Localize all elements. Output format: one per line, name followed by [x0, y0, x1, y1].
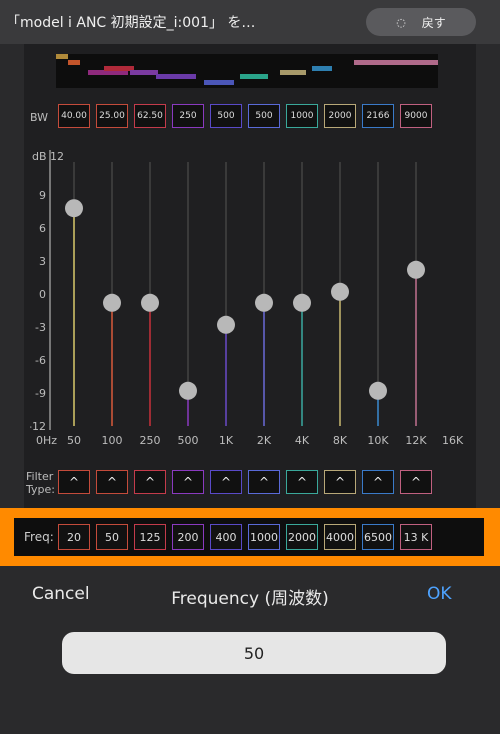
filter-type-label: Filter Type: — [26, 470, 55, 496]
band-range-segment — [204, 80, 234, 85]
bw-label: BW — [30, 111, 49, 124]
freq-value-box[interactable]: 4000 — [324, 524, 356, 550]
bw-value-box[interactable]: 500 — [248, 104, 280, 128]
bw-value-box[interactable]: 250 — [172, 104, 204, 128]
filter-type-button[interactable]: ^ — [400, 470, 432, 494]
filter-type-button[interactable]: ^ — [324, 470, 356, 494]
refresh-icon: ◌ — [396, 15, 406, 29]
x-tick-label: 50 — [67, 434, 81, 447]
bw-value-box[interactable]: 25.00 — [96, 104, 128, 128]
x-tick-label: 2K — [257, 434, 272, 447]
y-tick-label: -6 — [35, 354, 46, 367]
band-range-segment — [312, 66, 332, 71]
bw-value-box[interactable]: 40.00 — [58, 104, 90, 128]
freq-value-box[interactable]: 1000 — [248, 524, 280, 550]
freq-value-box[interactable]: 50 — [96, 524, 128, 550]
x-end-label: 16K — [442, 434, 464, 447]
band-handle[interactable] — [293, 293, 311, 312]
freq-value-box[interactable]: 20 — [58, 524, 90, 550]
eq-graph[interactable]: dB 12 9 6 3 0 -3 -6 -9 -120Hz 16K 50 100 250 500 1K 2K 4… — [30, 150, 470, 460]
band-handle[interactable] — [369, 381, 387, 400]
x-start-label: 0Hz — [36, 434, 57, 447]
filter-type-button[interactable]: ^ — [286, 470, 318, 494]
x-tick-label: 250 — [140, 434, 161, 447]
freq-value-box[interactable]: 125 — [134, 524, 166, 550]
band-handle[interactable] — [65, 199, 83, 218]
band-range-segment — [240, 74, 268, 79]
freq-label: Freq: — [24, 530, 54, 544]
y-tick-label: 3 — [39, 255, 46, 268]
freq-value-box[interactable]: 400 — [210, 524, 242, 550]
x-tick-label: 12K — [405, 434, 427, 447]
band-range-segment — [68, 60, 80, 65]
freq-value-box[interactable]: 200 — [172, 524, 204, 550]
filter-type-button[interactable]: ^ — [362, 470, 394, 494]
y-tick-label: 6 — [39, 222, 46, 235]
freq-value-box[interactable]: 13 K — [400, 524, 432, 550]
band-handle[interactable] — [407, 260, 425, 279]
y-tick-label: 9 — [39, 189, 46, 202]
frequency-input[interactable]: 50 — [62, 632, 446, 674]
band-range-segment — [56, 54, 68, 59]
bw-value-box[interactable]: 1000 — [286, 104, 318, 128]
filter-type-button[interactable]: ^ — [248, 470, 280, 494]
y-tick-label: 0 — [39, 288, 46, 301]
x-tick-label: 1K — [219, 434, 234, 447]
band-range-segment — [156, 74, 196, 79]
y-tick-label: -3 — [35, 321, 46, 334]
page-title: 「model i ANC 初期設定_i:001」 を… — [6, 15, 256, 31]
bw-value-box[interactable]: 62.50 — [134, 104, 166, 128]
bw-value-box[interactable]: 9000 — [400, 104, 432, 128]
bw-value-box[interactable]: 2000 — [324, 104, 356, 128]
ok-button[interactable]: OK — [427, 584, 452, 604]
filter-type-button[interactable]: ^ — [172, 470, 204, 494]
band-handle[interactable] — [141, 293, 159, 312]
filter-type-button[interactable]: ^ — [58, 470, 90, 494]
x-tick-label: 100 — [102, 434, 123, 447]
x-tick-label: 4K — [295, 434, 310, 447]
freq-value-box[interactable]: 6500 — [362, 524, 394, 550]
freq-value-box[interactable]: 2000 — [286, 524, 318, 550]
filter-type-button[interactable]: ^ — [210, 470, 242, 494]
band-handle[interactable] — [103, 293, 121, 312]
band-range-segment — [354, 60, 438, 65]
band-handle[interactable] — [217, 315, 235, 334]
bw-value-box[interactable]: 500 — [210, 104, 242, 128]
back-button[interactable]: ◌ 戻す — [366, 8, 476, 36]
band-range-segment — [280, 70, 306, 75]
band-range-segment — [130, 70, 158, 75]
y-tick-label: -9 — [35, 387, 46, 400]
filter-type-button[interactable]: ^ — [134, 470, 166, 494]
cancel-button[interactable]: Cancel — [32, 584, 90, 604]
back-button-label: 戻す — [421, 15, 446, 30]
x-tick-label: 8K — [333, 434, 348, 447]
band-handle[interactable] — [255, 293, 273, 312]
x-tick-label: 500 — [178, 434, 199, 447]
band-range-strip — [56, 54, 438, 88]
bw-value-box[interactable]: 2166 — [362, 104, 394, 128]
y-axis-title: dB 12 — [32, 150, 64, 163]
y-tick-label: -12 — [30, 420, 46, 433]
band-handle[interactable] — [179, 381, 197, 400]
x-tick-label: 10K — [367, 434, 389, 447]
band-handle[interactable] — [331, 282, 349, 301]
filter-type-button[interactable]: ^ — [96, 470, 128, 494]
